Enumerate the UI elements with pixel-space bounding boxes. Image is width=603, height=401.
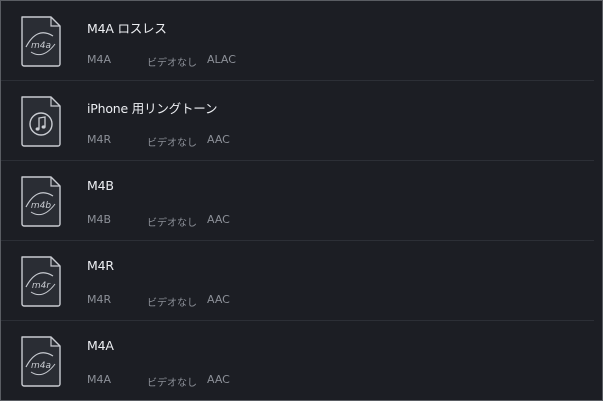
format-item-m4a-lossless[interactable]: m4a M4A ロスレス M4A ビデオなし ALAC: [1, 1, 594, 81]
video-label: ビデオなし: [147, 58, 197, 69]
m4b-file-icon: m4b: [19, 174, 63, 228]
file-badge: m4a: [31, 361, 51, 371]
scrollbar[interactable]: [595, 1, 602, 400]
music-note-file-icon: [19, 94, 63, 148]
codec-label: AAC: [207, 293, 230, 306]
format-item-m4a[interactable]: m4a M4A M4A ビデオなし AAC: [1, 321, 594, 400]
m4r-file-icon: m4r: [19, 254, 63, 308]
format-title: M4A ロスレス: [87, 21, 167, 36]
m4a-file-icon: m4a: [19, 334, 63, 388]
video-label: ビデオなし: [147, 138, 197, 149]
format-list: m4a M4A ロスレス M4A ビデオなし ALAC iPhone 用リングト…: [1, 1, 594, 400]
format-title: M4R: [87, 258, 114, 273]
format-label: M4A: [87, 373, 112, 386]
format-item-iphone-ringtone[interactable]: iPhone 用リングトーン M4R ビデオなし AAC: [1, 81, 594, 161]
format-label: M4R: [87, 133, 112, 146]
codec-label: AAC: [207, 373, 230, 386]
codec-label: ALAC: [207, 53, 236, 66]
format-title: iPhone 用リングトーン: [87, 101, 218, 116]
format-list-panel: m4a M4A ロスレス M4A ビデオなし ALAC iPhone 用リングト…: [0, 0, 603, 401]
file-badge: m4a: [31, 41, 51, 51]
format-item-m4b[interactable]: m4b M4B M4B ビデオなし AAC: [1, 161, 594, 241]
codec-label: AAC: [207, 213, 230, 226]
format-label: M4R: [87, 293, 112, 306]
m4a-file-icon: m4a: [19, 14, 63, 68]
format-title: M4A: [87, 338, 114, 353]
codec-label: AAC: [207, 133, 230, 146]
file-badge: m4r: [32, 281, 51, 291]
format-label: M4A: [87, 53, 112, 66]
video-label: ビデオなし: [147, 298, 197, 309]
video-label: ビデオなし: [147, 378, 197, 389]
video-label: ビデオなし: [147, 218, 197, 229]
format-label: M4B: [87, 213, 112, 226]
file-badge: m4b: [31, 201, 51, 211]
format-item-m4r[interactable]: m4r M4R M4R ビデオなし AAC: [1, 241, 594, 321]
format-title: M4B: [87, 178, 114, 193]
